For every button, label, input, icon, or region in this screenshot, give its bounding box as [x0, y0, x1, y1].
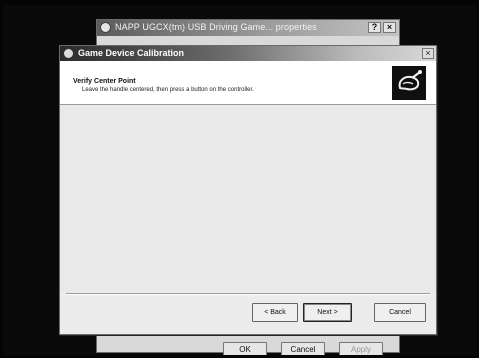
wizard-body — [60, 106, 436, 292]
window-icon — [100, 22, 111, 33]
step-title: Verify Center Point — [73, 78, 136, 85]
step-instructions: Leave the handle centered, then press a … — [82, 87, 254, 93]
next-button[interactable]: Next > — [303, 303, 352, 322]
back-button[interactable]: < Back — [252, 303, 298, 322]
properties-titlebar[interactable]: NAPP UGCX(tm) USB Driving Game... proper… — [97, 20, 399, 36]
apply-button: Apply — [339, 342, 383, 355]
dialog-titlebar[interactable]: Game Device Calibration × — [60, 46, 436, 61]
cancel-button[interactable]: Cancel — [374, 303, 426, 322]
dialog-title: Game Device Calibration — [78, 48, 185, 58]
window-icon — [63, 48, 74, 59]
button-separator — [66, 293, 430, 295]
game-controller-icon — [392, 66, 426, 100]
calibration-dialog: Game Device Calibration × Verify Center … — [59, 45, 437, 335]
screen: NAPP UGCX(tm) USB Driving Game... proper… — [3, 5, 477, 355]
properties-close-button[interactable]: × — [383, 22, 396, 33]
properties-cancel-button[interactable]: Cancel — [281, 342, 325, 355]
wizard-header: Verify Center Point Leave the handle cen… — [60, 61, 436, 105]
properties-title: NAPP UGCX(tm) USB Driving Game... proper… — [115, 22, 317, 32]
close-button[interactable]: × — [422, 48, 434, 59]
ok-button[interactable]: OK — [223, 342, 267, 355]
help-button[interactable]: ? — [368, 22, 381, 33]
